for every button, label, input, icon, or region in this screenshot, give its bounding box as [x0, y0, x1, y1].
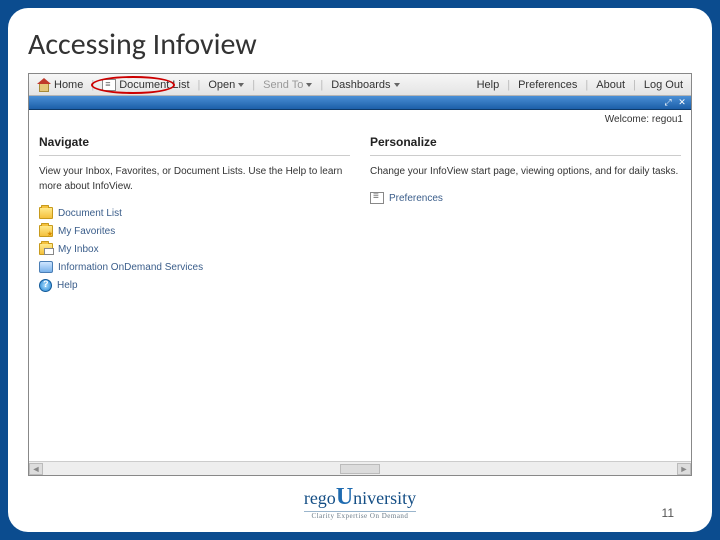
toolbar-separator: | [507, 79, 510, 91]
scroll-right-button[interactable]: ► [677, 463, 691, 475]
logout-button[interactable]: Log Out [640, 78, 687, 92]
open-button[interactable]: Open [204, 78, 248, 92]
preferences-button[interactable]: Preferences [514, 78, 581, 92]
page-number: 11 [662, 506, 674, 520]
slide-frame: Accessing Infoview Home | Document List … [8, 8, 712, 532]
scroll-thumb[interactable] [340, 464, 380, 474]
nav-info-ondemand-link[interactable]: Information OnDemand Services [39, 258, 350, 276]
navigate-links: Document List My Favorites My Inbox Info… [39, 204, 350, 295]
about-button[interactable]: About [592, 78, 629, 92]
toolbar-separator: | [198, 79, 201, 91]
navigate-description: View your Inbox, Favorites, or Document … [39, 164, 350, 194]
link-label: Preferences [389, 193, 443, 204]
top-toolbar: Home | Document List | Open | Send To | … [29, 74, 691, 96]
toolbar-separator: | [585, 79, 588, 91]
logo-text-a: rego [304, 488, 336, 508]
personalize-links: Preferences [370, 189, 681, 207]
dashboards-label: Dashboards [331, 79, 390, 91]
nav-my-inbox-link[interactable]: My Inbox [39, 240, 350, 258]
services-icon [39, 261, 53, 273]
slide-title: Accessing Infoview [28, 26, 692, 63]
link-label: Information OnDemand Services [58, 262, 203, 273]
toolbar-separator: | [633, 79, 636, 91]
chevron-down-icon [238, 83, 244, 87]
welcome-label: Welcome: [605, 114, 649, 125]
expand-icon[interactable]: ⤢ [663, 97, 673, 107]
document-list-icon [102, 79, 116, 91]
slide-footer: regoUniversity Clarity Expertise On Dema… [28, 482, 692, 522]
scroll-left-button[interactable]: ◄ [29, 463, 43, 475]
nav-my-favorites-link[interactable]: My Favorites [39, 222, 350, 240]
folder-icon [39, 207, 53, 219]
preferences-label: Preferences [518, 79, 577, 91]
send-to-label: Send To [263, 79, 303, 91]
link-label: Document List [58, 208, 122, 219]
scroll-track[interactable] [43, 464, 677, 474]
document-list-button[interactable]: Document List [98, 78, 193, 92]
home-button[interactable]: Home [33, 78, 87, 92]
brand-logo: regoUniversity Clarity Expertise On Dema… [304, 485, 416, 520]
logout-label: Log Out [644, 79, 683, 91]
inbox-folder-icon [39, 243, 53, 255]
dashboards-button[interactable]: Dashboards [327, 78, 403, 92]
help-button[interactable]: Help [473, 78, 504, 92]
logo-tagline: Clarity Expertise On Demand [304, 511, 416, 520]
toolbar-separator: | [320, 79, 323, 91]
personalize-description: Change your InfoView start page, viewing… [370, 164, 681, 179]
document-list-label: Document List [119, 79, 189, 91]
link-label: My Favorites [58, 226, 115, 237]
toolbar-right-group: Help | Preferences | About | Log Out [473, 78, 687, 92]
about-label: About [596, 79, 625, 91]
close-icon[interactable]: ✕ [677, 97, 687, 107]
link-label: My Inbox [58, 244, 99, 255]
chevron-down-icon [394, 83, 400, 87]
home-icon [37, 79, 51, 91]
header-bar: ⤢ ✕ [29, 96, 691, 110]
logo-text-b: niversity [353, 488, 416, 508]
toolbar-separator: | [252, 79, 255, 91]
infoview-app: Home | Document List | Open | Send To | … [28, 73, 692, 476]
chevron-down-icon [306, 83, 312, 87]
toolbar-separator: | [91, 79, 94, 91]
help-label: Help [477, 79, 500, 91]
nav-document-list-link[interactable]: Document List [39, 204, 350, 222]
link-label: Help [57, 280, 78, 291]
welcome-user: regou1 [652, 114, 683, 125]
help-icon [39, 279, 52, 292]
horizontal-scrollbar[interactable]: ◄ ► [29, 461, 691, 475]
navigate-column: Navigate View your Inbox, Favorites, or … [39, 135, 350, 461]
personalize-preferences-link[interactable]: Preferences [370, 189, 681, 207]
personalize-heading: Personalize [370, 135, 681, 149]
content-area: Navigate View your Inbox, Favorites, or … [29, 129, 691, 461]
home-label: Home [54, 79, 83, 91]
open-label: Open [208, 79, 235, 91]
send-to-button[interactable]: Send To [259, 78, 316, 92]
divider [370, 155, 681, 156]
navigate-heading: Navigate [39, 135, 350, 149]
nav-help-link[interactable]: Help [39, 276, 350, 295]
preferences-icon [370, 192, 384, 204]
personalize-column: Personalize Change your InfoView start p… [370, 135, 681, 461]
divider [39, 155, 350, 156]
favorites-folder-icon [39, 225, 53, 237]
welcome-row: Welcome: regou1 [29, 110, 691, 129]
